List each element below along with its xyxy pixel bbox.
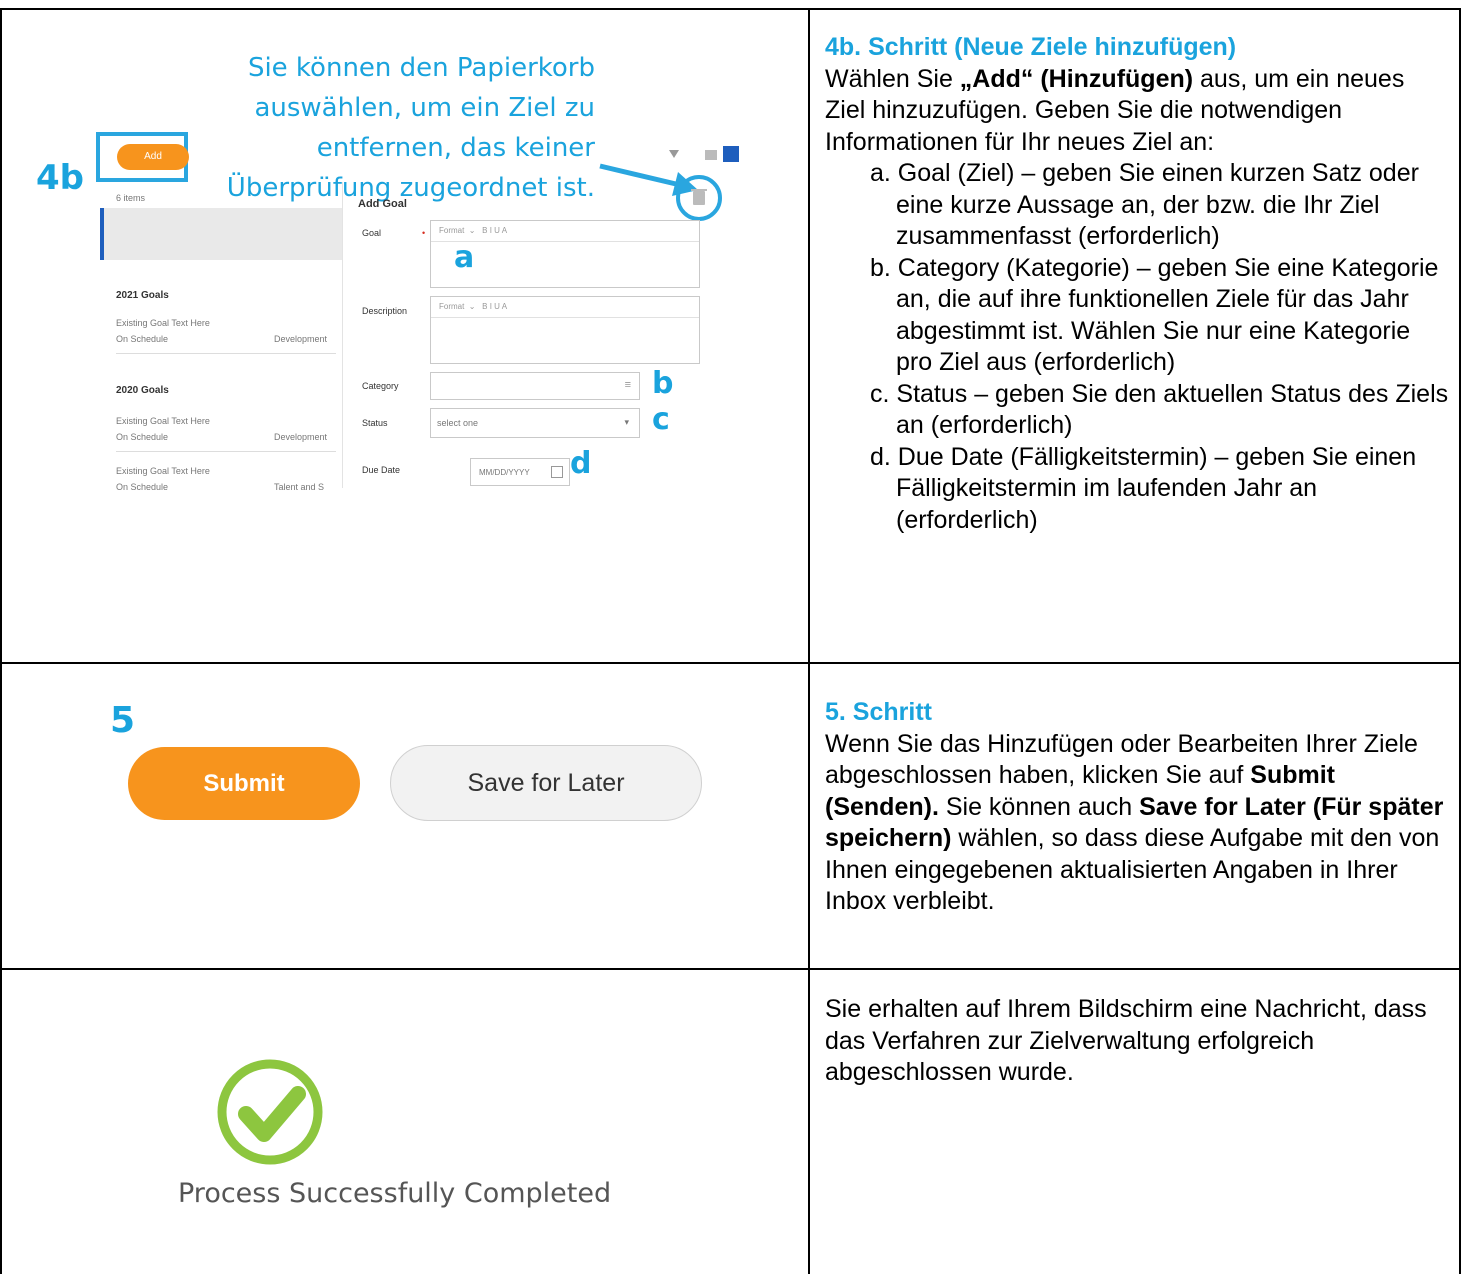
panel-separator [342, 182, 343, 488]
goal-category: Talent and S [274, 482, 325, 492]
add-button[interactable]: Add [117, 144, 189, 170]
format-buttons[interactable]: B I U A [482, 302, 507, 311]
list-item-status: c. Status – geben Sie den aktuellen Stat… [870, 379, 1449, 440]
table-row-divider-1 [0, 662, 1461, 664]
process-completed-message: Process Successfully Completed [178, 1178, 612, 1209]
section-2020-goals: 2020 Goals [116, 385, 169, 396]
marker-a: a [454, 240, 475, 275]
add-term: „Add“ (Hinzufügen) [959, 64, 1194, 93]
category-label: Category [362, 381, 399, 391]
goal-status: On Schedule [116, 482, 169, 492]
goal-status: On Schedule [116, 334, 169, 344]
marker-c: c [652, 402, 670, 437]
table-row-divider-2 [0, 968, 1461, 970]
step-final-text: Sie erhalten auf Ihrem Bildschirm eine N… [825, 994, 1450, 1089]
step-4b-title: 4b. Schritt (Neue Ziele hinzufügen) [825, 33, 1237, 61]
step-label-5: 5 [110, 700, 136, 741]
category-list-icon[interactable]: ≡ [625, 379, 631, 391]
submit-button[interactable]: Submit [128, 747, 360, 820]
callout-line: Sie können den Papierkorb [247, 53, 595, 83]
format-dropdown[interactable]: Format [439, 302, 464, 311]
calendar-icon[interactable] [551, 466, 563, 478]
list-divider [116, 353, 336, 354]
list-view-icon[interactable] [705, 150, 717, 160]
detail-view-icon[interactable] [723, 146, 739, 162]
editor-toolbar[interactable]: Format ⌄ B I U A [431, 297, 699, 318]
goal-status: On Schedule [116, 432, 169, 442]
table-border-left [0, 8, 2, 1274]
success-check-icon [217, 1059, 323, 1165]
intro-text: Wählen Sie [825, 64, 960, 93]
items-count: 6 items [116, 193, 146, 203]
add-goal-heading: Add Goal [358, 198, 407, 210]
step-5-title: 5. Schritt [825, 698, 932, 726]
goal-label: Goal [362, 228, 382, 238]
date-placeholder: MM/DD/YYYY [479, 468, 530, 477]
status-label: Status [362, 418, 388, 428]
category-input[interactable]: ≡ [430, 372, 640, 400]
step-5-body: Wenn Sie das Hinzufügen oder Bearbeiten … [825, 729, 1450, 918]
step-label-4b: 4b [36, 158, 84, 198]
section-2021-goals: 2021 Goals [116, 290, 169, 301]
chevron-down-icon[interactable]: ▾ [624, 417, 629, 428]
due-date-label: Due Date [362, 465, 401, 475]
format-buttons[interactable]: B I U A [482, 226, 507, 235]
editor-toolbar[interactable]: Format ⌄ B I U A [431, 221, 699, 242]
marker-b: b [652, 366, 674, 401]
status-placeholder: select one [437, 418, 479, 428]
final-message: Sie erhalten auf Ihrem Bildschirm eine N… [825, 995, 1427, 1086]
goal-list-selected[interactable] [100, 208, 342, 260]
marker-d: d [570, 446, 592, 481]
goal-text: Existing Goal Text Here [116, 318, 210, 328]
list-item-due-date: d. Due Date (Fälligkeitstermin) – geben … [870, 442, 1417, 534]
description-editor[interactable]: Format ⌄ B I U A [430, 296, 700, 364]
required-mark: • [422, 228, 426, 238]
goal-text: Existing Goal Text Here [116, 466, 210, 476]
status-select[interactable]: select one ▾ [430, 408, 640, 438]
description-label: Description [362, 306, 408, 316]
list-item-goal: a. Goal (Ziel) – geben Sie einen kurzen … [870, 159, 1419, 250]
field-list: a. Goal (Ziel) – geben Sie einen kurzen … [825, 158, 1450, 536]
step-5-text: 5. Schritt Wenn Sie das Hinzufügen oder … [825, 697, 1450, 918]
goal-category: Development [274, 334, 328, 344]
body-text: Sie können auch [938, 792, 1140, 821]
save-for-later-button[interactable]: Save for Later [390, 745, 702, 821]
callout-line: auswählen, um ein Ziel zu [254, 93, 595, 123]
due-date-input[interactable]: MM/DD/YYYY [470, 458, 570, 486]
table-border-right [1459, 8, 1461, 1274]
list-divider [116, 451, 336, 452]
list-item-category: b. Category (Kategorie) – geben Sie eine… [870, 253, 1439, 377]
table-border-middle [808, 8, 810, 1274]
goal-text: Existing Goal Text Here [116, 416, 210, 426]
goal-category: Development [274, 432, 328, 442]
filter-icon[interactable] [669, 150, 679, 158]
step-4b-text: 4b. Schritt (Neue Ziele hinzufügen) Wähl… [825, 32, 1450, 536]
trash-callout: Sie können den Papierkorb auswählen, um … [205, 48, 595, 208]
table-border-top [0, 8, 1461, 10]
callout-line: entfernen, das keiner [316, 133, 595, 163]
step-4b-intro: Wählen Sie „Add“ (Hinzufügen) aus, um ei… [825, 64, 1450, 159]
format-dropdown[interactable]: Format [439, 226, 464, 235]
